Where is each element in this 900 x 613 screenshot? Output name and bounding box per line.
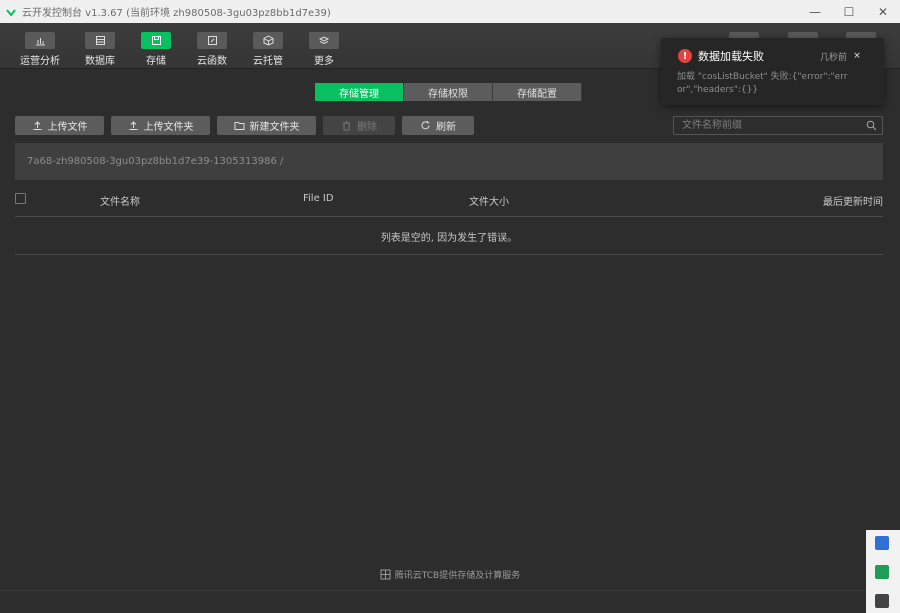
cube-icon: [263, 35, 273, 46]
toolbar-item-functions[interactable]: 云函数: [192, 32, 232, 67]
shield-icon[interactable]: [875, 565, 889, 579]
tcb-logo-icon: [380, 569, 391, 580]
upload-icon: [129, 121, 137, 130]
chart-icon: [35, 38, 45, 46]
refresh-icon: [421, 121, 430, 130]
toolbar-label: 云托管: [253, 56, 283, 67]
column-last-updated: 最后更新时间: [823, 197, 883, 208]
function-icon: [207, 36, 217, 45]
delete-label: 删除: [357, 122, 377, 133]
notification-title: 数据加载失败: [698, 50, 764, 63]
storage-tabs: 存储管理 存储权限 存储配置: [315, 83, 582, 101]
breadcrumb-path[interactable]: 7a68-zh980508-3gu03pz8bb1d7e39-130531398…: [27, 156, 283, 167]
upload-file-label: 上传文件: [47, 122, 88, 133]
maximize-button[interactable]: ☐: [832, 0, 866, 23]
word-icon[interactable]: [875, 536, 889, 550]
close-button[interactable]: ✕: [866, 0, 900, 23]
upload-folder-button[interactable]: 上传文件夹: [111, 116, 210, 135]
new-folder-label: 新建文件夹: [249, 122, 300, 133]
search-input[interactable]: [674, 117, 854, 134]
notification-close-icon[interactable]: ×: [852, 51, 862, 61]
notification-time: 几秒前: [820, 53, 848, 63]
search-box: [673, 116, 883, 135]
window-title: 云开发控制台 v1.3.67 (当前环境 zh980508-3gu03pz8bb…: [22, 8, 331, 19]
upload-file-button[interactable]: 上传文件: [15, 116, 104, 135]
delete-button[interactable]: 删除: [323, 116, 395, 135]
toolbar-item-cloudhost[interactable]: 云托管: [248, 32, 288, 67]
select-all-checkbox[interactable]: [15, 193, 26, 204]
upload-folder-label: 上传文件夹: [143, 122, 194, 133]
toolbar-label: 存储: [146, 56, 166, 67]
footer: 腾讯云TCB提供存储及计算服务: [0, 568, 900, 581]
database-icon: [95, 36, 105, 45]
toolbar-item-database[interactable]: 数据库: [80, 32, 120, 67]
footer-text: 腾讯云TCB提供存储及计算服务: [394, 571, 521, 581]
title-bar: 云开发控制台 v1.3.67 (当前环境 zh980508-3gu03pz8bb…: [0, 0, 900, 23]
tab-storage-management[interactable]: 存储管理: [315, 83, 404, 101]
refresh-button[interactable]: 刷新: [402, 116, 474, 135]
search-icon[interactable]: [866, 120, 877, 131]
layers-icon: [318, 36, 329, 45]
notification-message: 加载 "cosListBucket" 失败:{"error":"error","…: [677, 72, 848, 95]
bookmark-icon[interactable]: [875, 594, 889, 608]
status-divider: [0, 590, 865, 591]
table-header: 文件名称 File ID 文件大小 最后更新时间: [15, 187, 883, 217]
minimize-button[interactable]: —: [798, 0, 832, 23]
toolbar-item-storage[interactable]: 存储: [136, 32, 176, 67]
new-folder-button[interactable]: 新建文件夹: [217, 116, 316, 135]
column-file-size: 文件大小: [469, 197, 509, 208]
error-icon: !: [678, 49, 692, 63]
toolbar-item-more[interactable]: 更多: [304, 32, 344, 67]
toolbar-item-analytics[interactable]: 运营分析: [20, 32, 60, 67]
folder-icon: [234, 122, 244, 130]
refresh-label: 刷新: [436, 122, 456, 133]
tab-storage-permissions[interactable]: 存储权限: [404, 83, 493, 101]
tab-storage-config[interactable]: 存储配置: [493, 83, 582, 101]
storage-icon: [151, 36, 161, 45]
breadcrumb: 7a68-zh980508-3gu03pz8bb1d7e39-130531398…: [15, 143, 883, 180]
error-notification: ! 数据加载失败 几秒前 × 加载 "cosListBucket" 失败:{"e…: [661, 38, 884, 105]
toolbar-label: 数据库: [85, 56, 115, 67]
trash-icon: [343, 121, 350, 131]
toolbar-label: 云函数: [197, 56, 227, 67]
upload-icon: [33, 121, 41, 130]
empty-state: 列表是空的, 因为发生了错误。: [15, 218, 883, 255]
side-dock: [866, 530, 900, 613]
column-file-id: File ID: [303, 193, 334, 204]
empty-state-text: 列表是空的, 因为发生了错误。: [380, 232, 518, 244]
column-file-name: 文件名称: [100, 197, 140, 208]
toolbar-label: 更多: [314, 56, 334, 67]
toolbar-label: 运营分析: [20, 56, 60, 67]
app-logo-icon: [6, 8, 16, 17]
